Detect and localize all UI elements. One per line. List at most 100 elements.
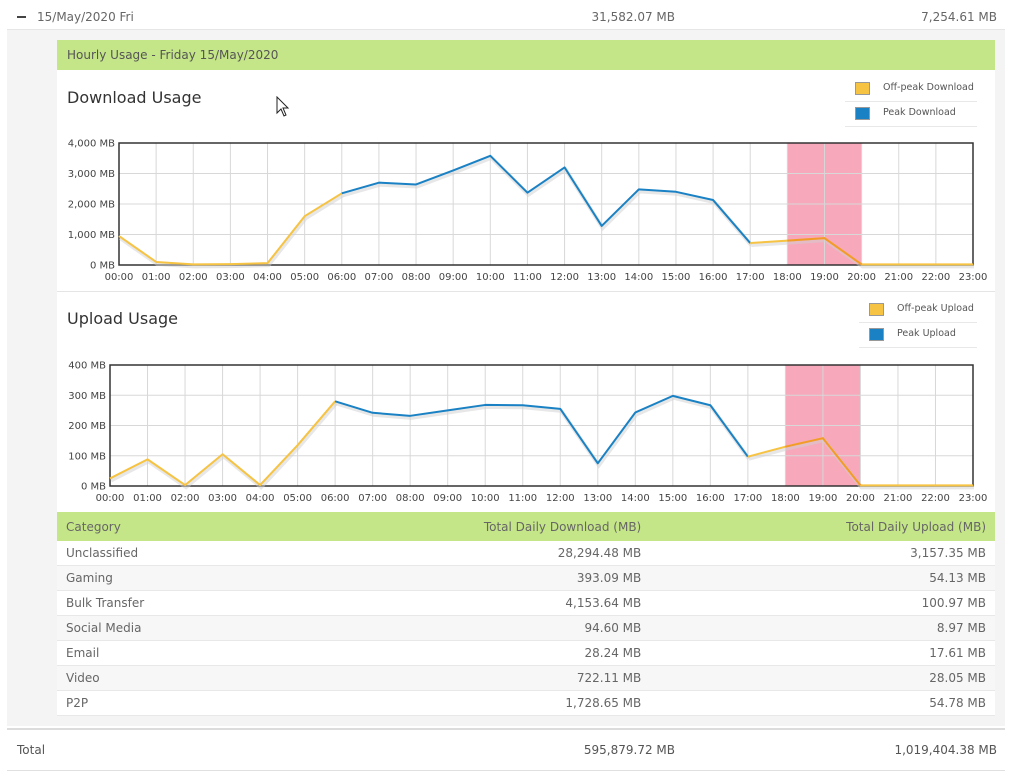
y-tick-label: 0 MB	[81, 482, 106, 493]
x-tick-label: 02:00	[171, 493, 200, 504]
x-tick-label: 06:00	[321, 493, 350, 504]
x-tick-label: 03:00	[208, 493, 237, 504]
upload-chart-plot: 0 MB 100 MB 200 MB 300 MB 400 MB 00:00 01:00 02…	[68, 361, 988, 505]
category-cell: Bulk Transfer	[57, 590, 268, 616]
y-tick-label: 200 MB	[68, 421, 106, 432]
download-cell: 28.24 MB	[267, 640, 651, 666]
x-tick-label: 03:00	[216, 272, 245, 283]
day-upload-total: 7,254.61 MB	[921, 10, 997, 24]
x-tick-label: 20:00	[846, 493, 875, 504]
x-tick-label: 19:00	[808, 493, 837, 504]
upload-cell: 100.97 MB	[650, 590, 995, 616]
total-label: Total	[17, 743, 46, 757]
x-tick-label: 22:00	[921, 272, 950, 283]
download-cell: 722.11 MB	[267, 665, 651, 691]
category-cell: Gaming	[57, 565, 268, 591]
x-tick-label: 11:00	[508, 493, 537, 504]
x-tick-label: 23:00	[959, 272, 988, 283]
download-cell: 4,153.64 MB	[267, 590, 651, 616]
x-tick-label: 16:00	[699, 272, 728, 283]
x-tick-label: 15:00	[662, 272, 691, 283]
y-tick-label: 3,000 MB	[68, 169, 115, 180]
download-chart-plot: 0 MB 1,000 MB 2,000 MB 3,000 MB 4,000 MB 00:0…	[68, 139, 988, 284]
x-tick-label: 04:00	[246, 493, 275, 504]
header-upload[interactable]: Total Daily Upload (MB)	[650, 512, 995, 541]
x-tick-label: 17:00	[736, 272, 765, 283]
y-tick-label: 100 MB	[68, 451, 106, 462]
y-tick-label: 300 MB	[68, 391, 106, 402]
category-cell: Email	[57, 640, 268, 666]
y-tick-label: 400 MB	[68, 361, 106, 372]
total-row: Total 595,879.72 MB 1,019,404.38 MB	[7, 728, 1005, 771]
x-tick-label: 14:00	[624, 272, 653, 283]
x-tick-label: 01:00	[142, 272, 171, 283]
x-tick-label: 18:00	[773, 272, 802, 283]
y-tick-label: 4,000 MB	[68, 139, 115, 150]
download-cell: 393.09 MB	[267, 565, 651, 591]
category-cell: Unclassified	[57, 541, 268, 566]
x-tick-label: 12:00	[546, 493, 575, 504]
download-cell: 94.60 MB	[267, 615, 651, 641]
x-tick-label: 00:00	[105, 272, 134, 283]
download-usage-chart: Download Usage Off-peak Download Peak Do…	[57, 70, 995, 292]
upload-cell: 28.05 MB	[650, 665, 995, 691]
x-tick-label: 23:00	[959, 493, 988, 504]
table-header-row: Category Total Daily Download (MB) Total…	[57, 512, 995, 541]
mouse-pointer-icon	[276, 96, 290, 117]
x-tick-label: 19:00	[810, 272, 839, 283]
x-tick-label: 15:00	[658, 493, 687, 504]
x-tick-label: 10:00	[476, 272, 505, 283]
x-tick-label: 02:00	[179, 272, 208, 283]
x-tick-label: 07:00	[358, 493, 387, 504]
offpeak-series-line-shadow	[110, 401, 338, 490]
day-download-total: 31,582.07 MB	[591, 10, 675, 24]
x-tick-label: 13:00	[583, 493, 612, 504]
upload-cell: 17.61 MB	[650, 640, 995, 666]
total-upload: 1,019,404.38 MB	[894, 743, 997, 757]
x-tick-label: 11:00	[513, 272, 542, 283]
table-row: P2P 1,728.65 MB 54.78 MB	[57, 690, 995, 716]
peak-series-line	[341, 154, 751, 244]
x-tick-label: 06:00	[327, 272, 356, 283]
category-cell: Video	[57, 665, 268, 691]
x-tick-label: 12:00	[550, 272, 579, 283]
header-category[interactable]: Category	[57, 512, 268, 541]
table-row: Social Media 94.60 MB 8.97 MB	[57, 615, 995, 641]
y-tick-label: 0 MB	[90, 261, 115, 272]
upload-cell: 54.78 MB	[650, 690, 995, 716]
x-tick-label: 21:00	[884, 272, 913, 283]
total-download: 595,879.72 MB	[583, 743, 675, 757]
table-row: Video 722.11 MB 28.05 MB	[57, 665, 995, 691]
download-cell: 28,294.48 MB	[267, 541, 651, 566]
x-tick-label: 08:00	[402, 272, 431, 283]
category-cell: P2P	[57, 690, 268, 716]
upload-usage-chart: Upload Usage Off-peak Upload Peak Upload…	[57, 292, 995, 512]
x-tick-label: 09:00	[439, 272, 468, 283]
x-tick-label: 01:00	[133, 493, 162, 504]
x-tick-label: 09:00	[433, 493, 462, 504]
category-cell: Social Media	[57, 615, 268, 641]
table-row: Email 28.24 MB 17.61 MB	[57, 640, 995, 666]
x-tick-label: 17:00	[733, 493, 762, 504]
collapse-icon[interactable]	[17, 16, 26, 18]
table-row: Unclassified 28,294.48 MB 3,157.35 MB	[57, 541, 995, 566]
day-date: 15/May/2020 Fri	[37, 10, 134, 24]
upload-cell: 54.13 MB	[650, 565, 995, 591]
offpeak-series-line-shadow	[751, 238, 974, 269]
peak-series-line	[334, 394, 749, 465]
day-summary-row[interactable]: 15/May/2020 Fri 31,582.07 MB 7,254.61 MB	[7, 5, 1005, 30]
x-tick-label: 20:00	[847, 272, 876, 283]
x-tick-label: 05:00	[283, 493, 312, 504]
x-tick-label: 14:00	[621, 493, 650, 504]
x-tick-label: 21:00	[884, 493, 913, 504]
y-tick-label: 1,000 MB	[68, 230, 115, 241]
download-cell: 1,728.65 MB	[267, 690, 651, 716]
x-tick-label: 16:00	[696, 493, 725, 504]
x-tick-label: 04:00	[253, 272, 282, 283]
x-tick-label: 07:00	[364, 272, 393, 283]
header-download[interactable]: Total Daily Download (MB)	[267, 512, 651, 541]
x-tick-label: 22:00	[921, 493, 950, 504]
x-tick-label: 00:00	[96, 493, 125, 504]
x-tick-label: 18:00	[771, 493, 800, 504]
upload-cell: 3,157.35 MB	[650, 541, 995, 566]
